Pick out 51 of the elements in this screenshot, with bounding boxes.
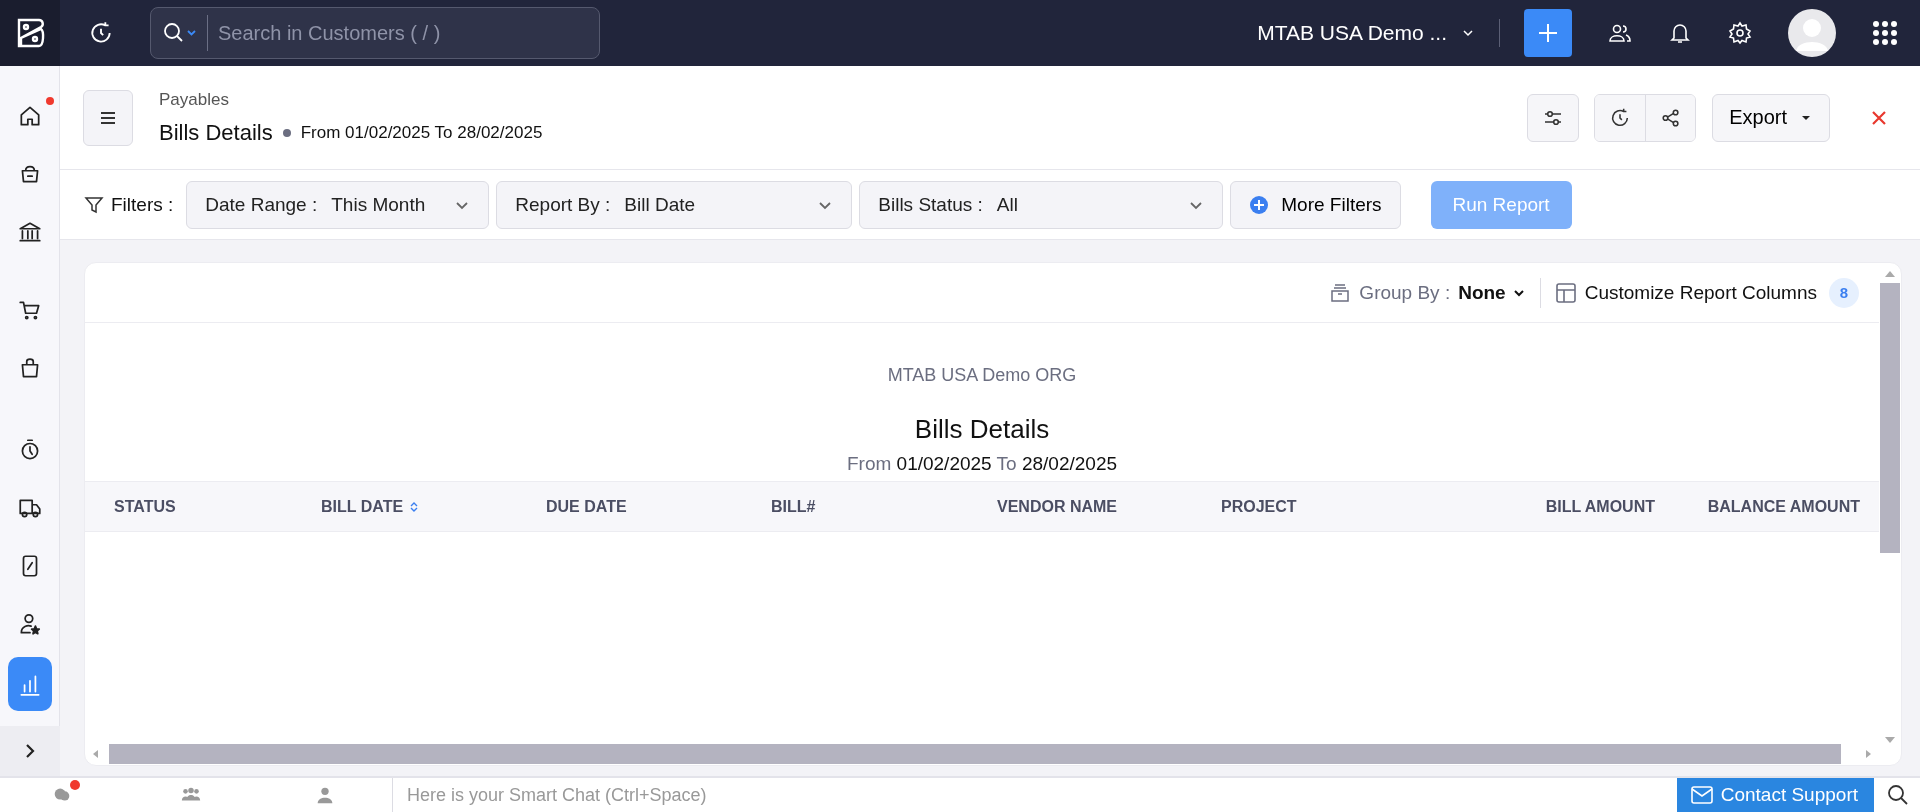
close-button[interactable]	[1870, 108, 1888, 127]
column-header: STATUS	[114, 497, 177, 516]
sort-icon[interactable]	[409, 500, 420, 513]
app-logo-icon[interactable]	[0, 0, 60, 66]
search-icon[interactable]	[163, 22, 199, 44]
filters-label: Filters :	[111, 193, 174, 216]
group-by-label: Group By :	[1359, 281, 1451, 304]
column-header: VENDOR NAME	[997, 497, 1118, 516]
app-grid-icon[interactable]	[1872, 20, 1898, 46]
settings-icon[interactable]	[1728, 21, 1752, 45]
share-button[interactable]	[1645, 94, 1696, 141]
schedule-button[interactable]	[1595, 94, 1646, 141]
settings-button[interactable]	[1527, 93, 1580, 142]
filter-dropdown[interactable]: Date Range : This Month	[186, 180, 490, 229]
menu-button[interactable]	[83, 89, 133, 146]
search-field[interactable]: Search in Customers ( / )	[216, 20, 599, 46]
customize-columns-button[interactable]: Customize Report Columns	[1584, 281, 1817, 304]
columns-icon	[1554, 281, 1577, 304]
column-header[interactable]: BILL DATE	[321, 497, 546, 516]
filter-dropdown[interactable]: Report By : Bill Date	[496, 180, 853, 229]
plus-circle-icon	[1249, 194, 1270, 215]
share-icon	[1659, 106, 1682, 129]
close-icon	[1870, 108, 1888, 127]
filter-dropdown[interactable]: Bills Status : All	[859, 180, 1224, 229]
more-filters-button[interactable]: More Filters	[1230, 180, 1401, 229]
filter-icon	[84, 194, 104, 215]
tray-icon	[1329, 281, 1352, 304]
plus-icon	[1536, 21, 1560, 45]
breadcrumb[interactable]: Payables	[159, 89, 543, 110]
column-header: BILL#	[771, 497, 817, 516]
export-button[interactable]: Export	[1712, 93, 1830, 142]
bullet-icon	[282, 128, 291, 137]
page-title: Bills Details	[159, 119, 273, 146]
report-title: Bills Details	[914, 414, 1050, 445]
group-by-dropdown[interactable]: None	[1458, 281, 1526, 304]
report-period: From 01/02/2025 To 28/02/2025	[300, 122, 543, 143]
search-bar[interactable]: Search in Customers ( / )	[150, 7, 600, 59]
avatar[interactable]	[1788, 9, 1836, 57]
column-header: BILL AMOUNT	[1544, 497, 1655, 516]
column-header: BALANCE AMOUNT	[1706, 497, 1860, 516]
notification-icon[interactable]	[1668, 21, 1692, 45]
search-icon[interactable]	[1886, 783, 1910, 807]
column-header: PROJECT	[1221, 497, 1298, 516]
report-period: From 01/02/2025 To 28/02/2025	[846, 453, 1118, 475]
column-header: DUE DATE	[546, 497, 628, 516]
organization-name: MTAB USA Demo ORG	[887, 365, 1077, 386]
contact-support-button[interactable]: Contact Support	[1676, 778, 1874, 812]
organization-switcher[interactable]: MTAB USA Demo ...	[1257, 21, 1475, 45]
mail-icon	[1690, 786, 1713, 804]
column-count-badge: 8	[1829, 277, 1859, 308]
add-button[interactable]	[1524, 9, 1572, 57]
